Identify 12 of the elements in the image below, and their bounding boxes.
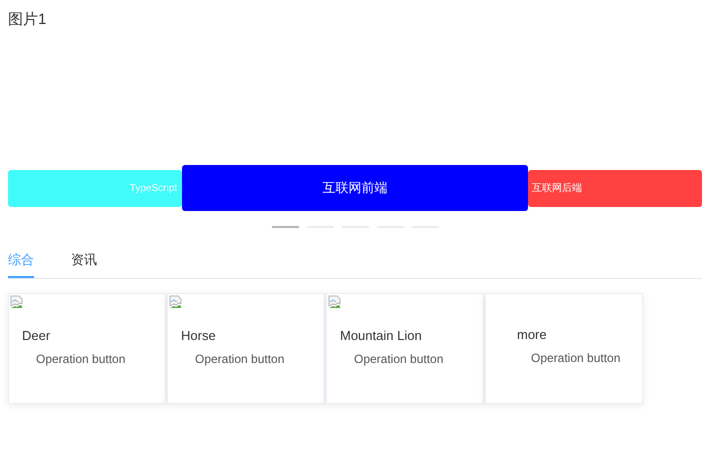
operation-link[interactable]: Operation button (354, 352, 444, 366)
operation-link[interactable]: Operation button (531, 351, 620, 365)
card-title: Deer (22, 328, 50, 343)
card-title: Horse (181, 328, 216, 343)
page-title: 图片1 (8, 10, 46, 29)
operation-link[interactable]: Operation button (36, 352, 126, 366)
card-title: Mountain Lion (340, 328, 422, 343)
carousel-slide[interactable]: 互联网前端 (182, 165, 528, 211)
tab[interactable]: 资讯 (71, 251, 97, 278)
card-title: more (517, 327, 547, 342)
operation-link[interactable]: Operation button (195, 352, 284, 366)
carousel-indicator[interactable] (272, 226, 298, 228)
